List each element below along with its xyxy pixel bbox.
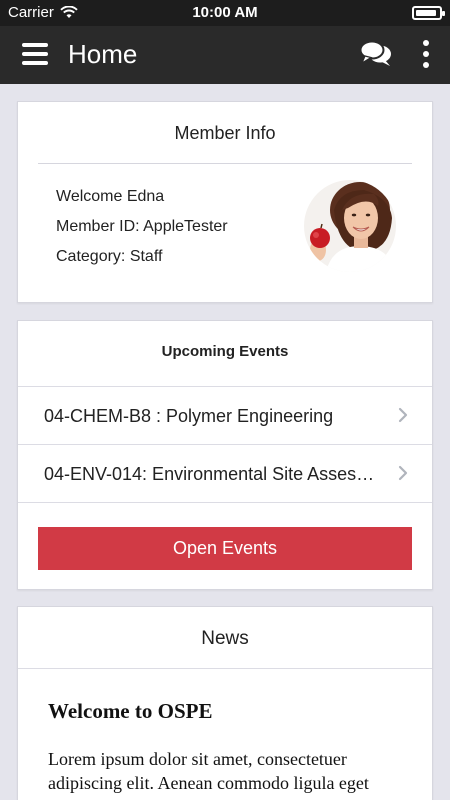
page-title: Home	[68, 39, 138, 69]
member-info-card: Member Info Welcome Edna Member ID: Appl…	[17, 101, 433, 303]
member-id: Member ID: AppleTester	[56, 218, 228, 235]
event-label: 04-ENV-014: Environmental Site Assessmen…	[44, 464, 380, 484]
chevron-right-icon	[398, 407, 408, 423]
news-divider	[18, 668, 432, 669]
top-navbar: Home	[0, 26, 450, 84]
news-body: Lorem ipsum dolor sit amet, consectetuer…	[48, 749, 369, 800]
member-info-title: Member Info	[174, 123, 276, 143]
status-time: 10:00 AM	[192, 4, 258, 21]
battery-level	[416, 10, 436, 16]
news-card: News Welcome to OSPE Lorem ipsum dolor s…	[17, 606, 433, 800]
member-welcome: Welcome Edna	[56, 188, 165, 205]
member-info-divider	[38, 163, 412, 164]
member-category: Category: Staff	[56, 248, 163, 265]
events-divider	[18, 502, 432, 503]
event-label: 04-CHEM-B8 : Polymer Engineering	[44, 406, 334, 426]
menu-icon[interactable]	[22, 43, 48, 65]
news-title: News	[201, 628, 249, 649]
upcoming-events-title: Upcoming Events	[161, 343, 289, 360]
avatar-photo-icon	[304, 180, 396, 272]
more-vertical-icon[interactable]	[420, 40, 432, 68]
open-events-button[interactable]: Open Events	[38, 527, 412, 570]
event-row[interactable]: 04-ENV-014: Environmental Site Assessmen…	[18, 444, 432, 502]
battery-icon	[412, 6, 445, 20]
event-row[interactable]: 04-CHEM-B8 : Polymer Engineering	[18, 386, 432, 444]
avatar	[304, 180, 396, 272]
chevron-right-icon	[398, 465, 408, 481]
chat-bubbles-icon[interactable]	[360, 40, 392, 68]
upcoming-events-card: Upcoming Events 04-CHEM-B8 : Polymer Eng…	[17, 320, 433, 590]
status-bar: Carrier 10:00 AM	[0, 0, 450, 26]
news-headline: Welcome to OSPE	[48, 699, 213, 723]
